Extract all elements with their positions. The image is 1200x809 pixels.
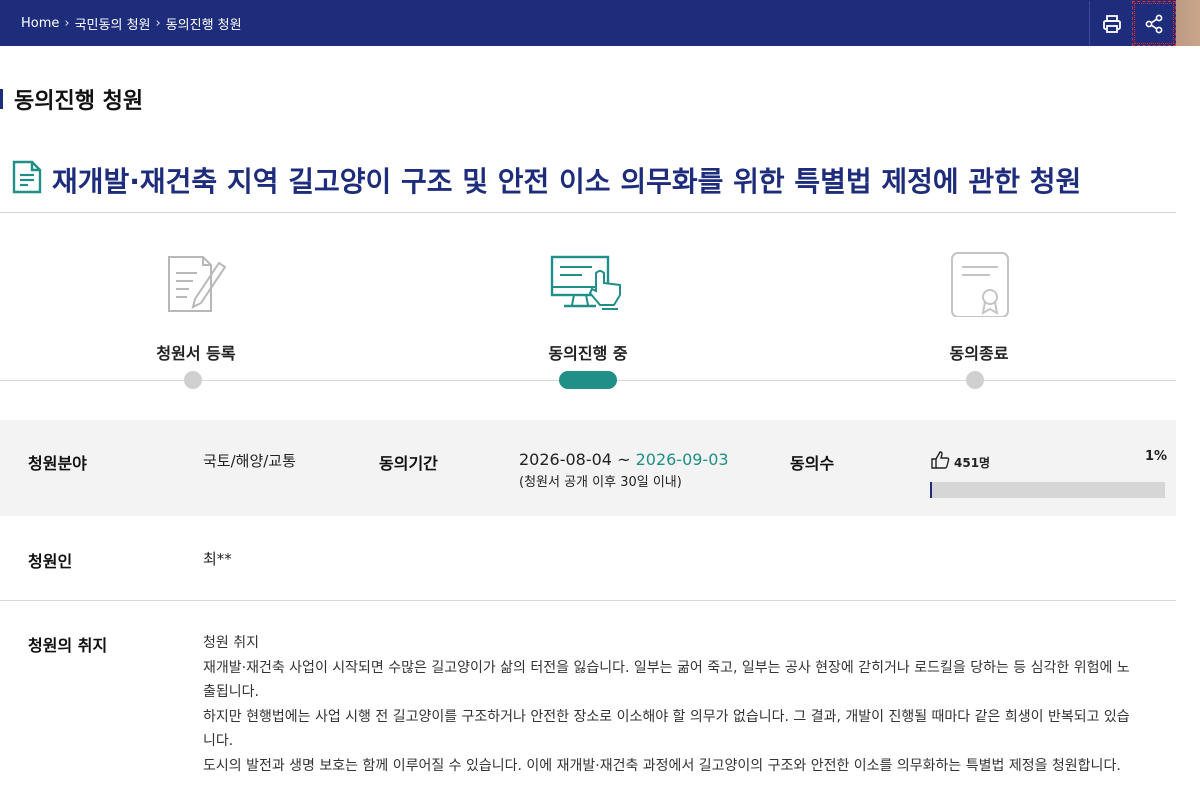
share-icon: [1145, 14, 1163, 33]
petitioner-value: 최**: [203, 550, 232, 568]
breadcrumb-national-petition[interactable]: 국민동의 청원: [75, 14, 151, 33]
period-range: 2026-08-04 ~ 2026-09-03: [519, 450, 729, 469]
period-separator: ~: [617, 450, 631, 469]
petition-title: 재개발·재건축 지역 길고양이 구조 및 안전 이소 의무화를 위한 특별법 제…: [12, 160, 1081, 200]
purpose-heading: 청원 취지: [203, 635, 259, 651]
field-value: 국토/해양/교통: [203, 452, 296, 470]
top-bar: Home › 국민동의 청원 › 동의진행 청원: [0, 0, 1200, 46]
step-label: 동의진행 중: [548, 344, 628, 363]
period-note: (청원서 공개 이후 30일 이내): [519, 475, 682, 490]
monitor-touch-icon: [488, 248, 688, 320]
purpose-label: 청원의 취지: [28, 636, 108, 655]
divider: [0, 600, 1176, 601]
edit-document-icon: [96, 248, 296, 320]
page-title-text: 동의진행 청원: [14, 89, 144, 114]
share-button[interactable]: [1132, 1, 1176, 46]
agree-count: 451명: [954, 456, 991, 470]
printer-icon: [1102, 14, 1121, 33]
document-icon: [12, 160, 42, 201]
step-label: 동의종료: [949, 344, 1009, 363]
purpose-line: 도시의 발전과 생명 보호는 함께 이루어질 수 있습니다. 이에 재개발·재건…: [203, 757, 1121, 774]
breadcrumb: Home › 국민동의 청원 › 동의진행 청원: [0, 0, 1176, 46]
petition-title-text: 재개발·재건축 지역 길고양이 구조 및 안전 이소 의무화를 위한 특별법 제…: [52, 165, 1082, 198]
breadcrumb-current[interactable]: 동의진행 청원: [166, 14, 242, 33]
page-title: 동의진행 청원: [0, 84, 143, 114]
breadcrumb-home[interactable]: Home: [21, 16, 59, 31]
step-label: 청원서 등록: [156, 344, 236, 363]
print-button[interactable]: [1089, 1, 1133, 46]
step-closed: 동의종료: [879, 248, 1079, 364]
purpose-line: 하지만 현행법에는 사업 시행 전 길고양이를 구조하거나 안전한 장소로 이소…: [203, 708, 1130, 725]
agree-progress-bar: [930, 482, 1165, 498]
petitioner-label: 청원인: [28, 552, 73, 571]
step-dot-registration: [184, 371, 202, 389]
step-dot-closed: [966, 371, 984, 389]
period-end: 2026-09-03: [635, 450, 729, 469]
agree-progress-fill: [930, 482, 932, 498]
thumbs-up-icon: [930, 450, 950, 474]
step-in-progress: 동의진행 중: [488, 248, 688, 364]
purpose-line: 재개발·재건축 사업이 시작되면 수많은 길고양이가 삶의 터전을 잃습니다. …: [203, 659, 1130, 676]
breadcrumb-separator: ›: [64, 15, 70, 31]
period-label: 동의기간: [379, 454, 438, 473]
certificate-icon: [879, 248, 1079, 320]
title-accent-bar: [0, 89, 3, 109]
period-start: 2026-08-04: [519, 450, 612, 469]
purpose-text: 청원 취지 재개발·재건축 사업이 시작되면 수많은 길고양이가 삶의 터전을 …: [203, 631, 1168, 778]
purpose-line: 니다.: [203, 733, 234, 749]
agree-percent: 1%: [1145, 449, 1168, 464]
agree-label: 동의수: [790, 454, 835, 473]
breadcrumb-separator: ›: [155, 15, 161, 31]
step-registration: 청원서 등록: [96, 248, 296, 364]
divider: [0, 212, 1176, 213]
purpose-line: 출됩니다.: [203, 684, 259, 700]
step-indicator-active: [559, 371, 617, 389]
field-label: 청원분야: [28, 454, 87, 473]
